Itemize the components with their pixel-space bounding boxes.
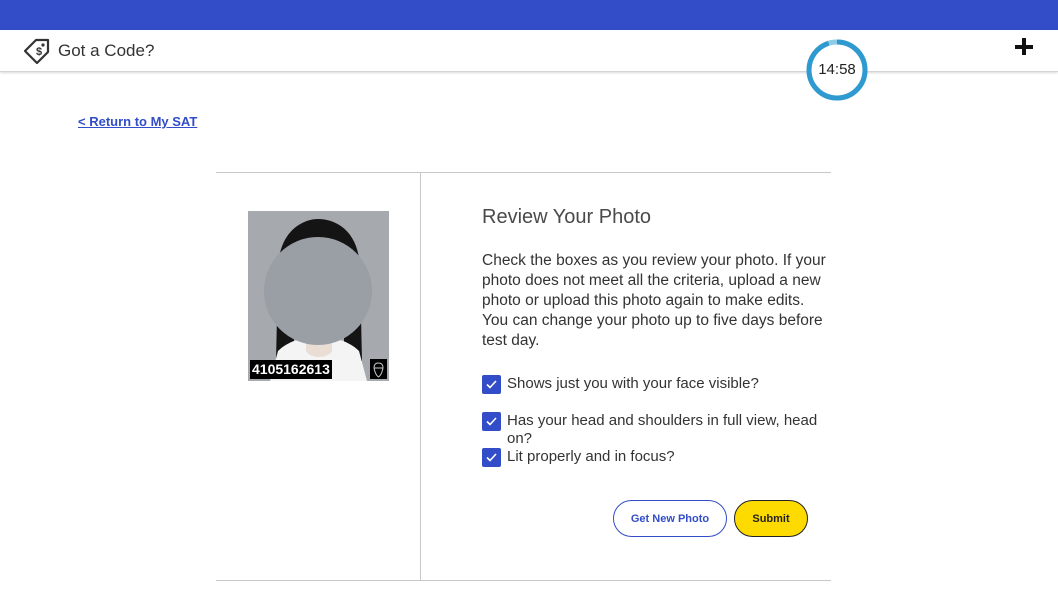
acorn-icon bbox=[370, 359, 387, 379]
timer-text: 14:58 bbox=[818, 61, 856, 78]
review-photo-title: Review Your Photo bbox=[482, 206, 652, 228]
content-divider-vertical bbox=[420, 172, 421, 580]
content-divider-bottom bbox=[216, 580, 831, 581]
countdown-timer: 14:58 bbox=[805, 38, 869, 102]
header-bar: $ Got a Code? bbox=[0, 30, 1058, 72]
checkbox-face-visible[interactable] bbox=[482, 375, 501, 394]
checkmark-icon bbox=[486, 453, 497, 462]
check-label: Shows just you with your face visible? bbox=[507, 375, 759, 392]
plus-icon[interactable] bbox=[1012, 35, 1036, 59]
top-brand-bar bbox=[0, 0, 1058, 30]
submit-button[interactable]: Submit bbox=[734, 500, 808, 537]
coupon-tag-icon[interactable]: $ bbox=[22, 37, 52, 65]
candidate-photo: 4105162613 bbox=[248, 211, 389, 381]
get-new-photo-button[interactable]: Get New Photo bbox=[613, 500, 727, 537]
photo-id-number: 4105162613 bbox=[250, 360, 332, 379]
return-to-my-sat-link[interactable]: < Return to My SAT bbox=[78, 114, 197, 129]
check-label: Lit properly and in focus? bbox=[507, 448, 675, 465]
svg-text:$: $ bbox=[36, 46, 42, 58]
checkmark-icon bbox=[486, 417, 497, 426]
checkbox-head-shoulders[interactable] bbox=[482, 412, 501, 431]
review-photo-description: Check the boxes as you review your photo… bbox=[482, 252, 826, 349]
got-a-code-label[interactable]: Got a Code? bbox=[58, 41, 154, 61]
check-label: Has your head and shoulders in full view… bbox=[507, 412, 818, 447]
checkmark-icon bbox=[486, 380, 497, 389]
content-divider-top bbox=[216, 172, 831, 173]
photo-image bbox=[248, 211, 389, 381]
checkbox-lit-focus[interactable] bbox=[482, 448, 501, 467]
